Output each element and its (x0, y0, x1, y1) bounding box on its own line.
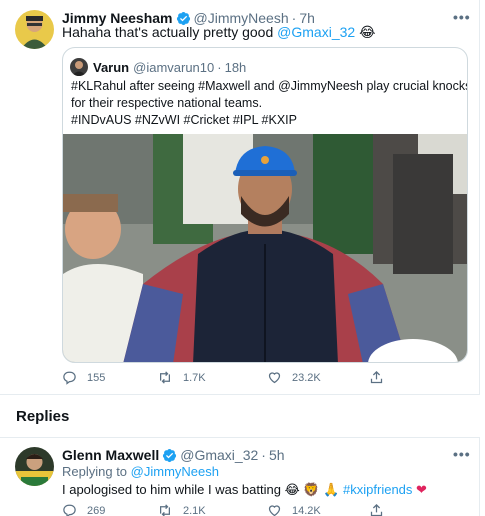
share-icon (370, 503, 383, 516)
retweet-button[interactable]: 2.1K (157, 503, 267, 516)
like-count: 23.2K (292, 371, 321, 384)
maxwell-avatar[interactable] (15, 447, 54, 486)
lion-emoji: 🦁 (303, 482, 320, 497)
share-icon (370, 370, 383, 384)
reply-text: I apologised to him while I was batting … (62, 481, 427, 499)
reply-button[interactable]: 155 (62, 370, 157, 385)
like-icon (268, 372, 281, 384)
reply-icon (63, 371, 76, 385)
mention-link[interactable]: @Gmaxi_32 (277, 24, 355, 40)
replying-to-link[interactable]: @JimmyNeesh (131, 464, 219, 479)
more-icon[interactable]: ••• (453, 9, 471, 25)
jimmy-avatar[interactable] (15, 10, 54, 49)
replies-header: Replies (16, 408, 70, 425)
quote-line-1: #KLRahul after seeing #Maxwell and @Jimm… (71, 79, 468, 93)
quoted-tweet[interactable]: Varun @iamvarun10 · 18h #KLRahul after s… (62, 47, 468, 363)
heart-emoji: ❤ (416, 482, 427, 497)
hashtag-link[interactable]: #kxipfriends (343, 482, 412, 497)
reply-tweet[interactable]: Glenn Maxwell @Gmaxi_32 · 5h ••• Replyin… (0, 437, 480, 516)
quoted-photo[interactable] (63, 134, 467, 362)
quote-author-name[interactable]: Varun (93, 60, 129, 75)
reply-text-body: I apologised to him while I was batting (62, 482, 281, 497)
quote-line-3: #INDvAUS #NZvWI #Cricket #IPL #KXIP (71, 113, 297, 127)
retweet-count: 2.1K (183, 504, 206, 516)
share-button[interactable] (369, 370, 394, 385)
pray-emoji: 🙏 (323, 482, 340, 497)
varun-avatar[interactable] (70, 58, 88, 76)
quote-text: #KLRahul after seeing #Maxwell and @Jimm… (71, 78, 468, 129)
main-tweet[interactable]: Jimmy Neesham @JimmyNeesh · 7h ••• Hahah… (0, 0, 480, 395)
separator-dot: · (261, 447, 266, 463)
reply-icon (63, 504, 76, 516)
like-button[interactable]: 23.2K (267, 370, 369, 385)
retweet-button[interactable]: 1.7K (157, 370, 267, 385)
tweet-text-body: Hahaha that's actually pretty good (62, 24, 274, 40)
reply-count: 155 (87, 371, 106, 384)
more-icon[interactable]: ••• (453, 446, 471, 462)
share-button[interactable] (369, 503, 394, 516)
reply-time[interactable]: 5h (269, 447, 285, 463)
replying-to: Replying to @JimmyNeesh (62, 463, 219, 481)
verified-icon (162, 448, 177, 463)
like-icon (268, 505, 281, 516)
laughing-emoji: 😂 (359, 24, 376, 40)
reply-author-handle[interactable]: @Gmaxi_32 (180, 447, 258, 463)
retweet-icon (160, 504, 170, 516)
tweet-text: Hahaha that's actually pretty good @Gmax… (62, 23, 375, 41)
reply-author-name[interactable]: Glenn Maxwell (62, 447, 159, 463)
reply-button[interactable]: 269 (62, 503, 157, 516)
like-button[interactable]: 14.2K (267, 503, 369, 516)
quote-author-handle[interactable]: @iamvarun10 (133, 60, 214, 75)
quote-line-2: for their respective national teams. (71, 96, 263, 110)
retweet-icon (160, 371, 170, 384)
like-count: 14.2K (292, 504, 321, 516)
replying-label: Replying to (62, 464, 128, 479)
retweet-count: 1.7K (183, 371, 206, 384)
quote-time[interactable]: 18h (225, 60, 247, 75)
reply-count: 269 (87, 504, 106, 516)
laughing-emoji: 😂 (284, 482, 300, 497)
separator-dot: · (217, 59, 222, 75)
